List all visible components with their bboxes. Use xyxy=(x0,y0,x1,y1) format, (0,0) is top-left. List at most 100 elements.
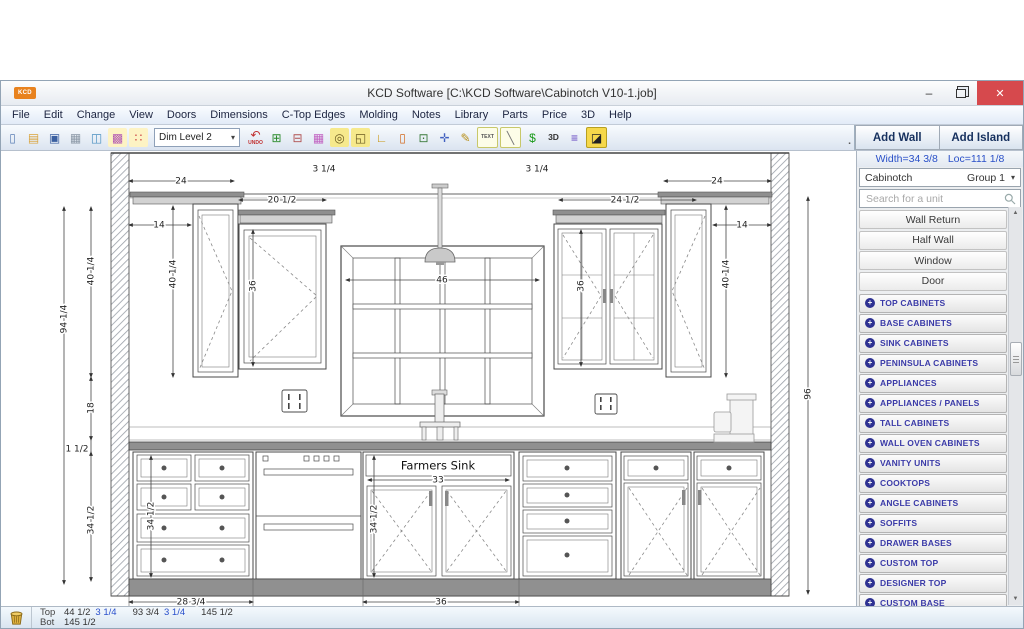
dim-upper-right-glass-height: 36 xyxy=(577,280,587,292)
category-label: APPLIANCES xyxy=(880,378,937,388)
view-3d-icon[interactable]: 3D xyxy=(544,128,563,147)
price-icon[interactable]: $ xyxy=(523,128,542,147)
category-designer-top[interactable]: +DESIGNER TOP xyxy=(859,574,1007,593)
base-cabinet-door-left[interactable] xyxy=(621,452,691,579)
dishwasher[interactable] xyxy=(256,452,361,579)
menu-doors[interactable]: Doors xyxy=(160,108,203,122)
category-top-cabinets[interactable]: +TOP CABINETS xyxy=(859,294,1007,313)
wall-tool-icon[interactable]: ∟ xyxy=(372,128,391,147)
text-tool-icon[interactable]: TEXT xyxy=(477,127,498,148)
category-base-cabinets[interactable]: +BASE CABINETS xyxy=(859,314,1007,333)
zoom-icon[interactable]: ◎ xyxy=(330,128,349,147)
category-custom-base[interactable]: +CUSTOM BASE xyxy=(859,594,1007,606)
unit-item-wall-return[interactable]: Wall Return xyxy=(859,210,1007,229)
upper-cabinet-left[interactable] xyxy=(193,204,238,377)
menu-edit[interactable]: Edit xyxy=(37,108,70,122)
kitchen-elevation-drawing[interactable]: Farmers Sink 33 xyxy=(1,151,849,612)
upper-cabinet-right-glass[interactable] xyxy=(554,224,662,369)
contrast-icon[interactable]: ◪ xyxy=(586,127,607,148)
category-vanity-units[interactable]: +VANITY UNITS xyxy=(859,454,1007,473)
scrollbar-thumb[interactable] xyxy=(1010,342,1022,376)
chevron-down-icon: ▾ xyxy=(231,133,235,142)
unit-item-door[interactable]: Door xyxy=(859,272,1007,291)
countertop[interactable] xyxy=(129,442,771,450)
save-icon[interactable]: ▣ xyxy=(45,128,64,147)
menu-c-top-edges[interactable]: C-Top Edges xyxy=(275,108,353,122)
expand-plus-icon: + xyxy=(865,458,875,468)
outlet-left[interactable] xyxy=(282,390,307,412)
dim-sink-width: 33 xyxy=(432,476,443,486)
menu-price[interactable]: Price xyxy=(535,108,574,122)
outlet-right[interactable] xyxy=(595,394,617,414)
category-soffits[interactable]: +SOFFITS xyxy=(859,514,1007,533)
move-point-icon[interactable]: ✛ xyxy=(435,128,454,147)
group-select[interactable]: Cabinotch Group 1 ▾ xyxy=(859,168,1021,187)
add-cabinet-icon[interactable]: ⊞ xyxy=(267,128,286,147)
upper-cabinet-right[interactable] xyxy=(666,204,711,377)
layers-icon[interactable]: ≡ xyxy=(565,128,584,147)
dim-24-5: 24 1/2 xyxy=(611,196,640,206)
wall-grid-icon[interactable]: ▦ xyxy=(309,128,328,147)
width-readout: Width=34 3/8 xyxy=(876,153,938,165)
menu-file[interactable]: File xyxy=(5,108,37,122)
add-wall-button[interactable]: Add Wall xyxy=(855,125,940,150)
restore-button[interactable] xyxy=(945,81,977,105)
minimize-button[interactable]: – xyxy=(913,81,945,105)
category-sink-cabinets[interactable]: +SINK CABINETS xyxy=(859,334,1007,353)
pendant-light[interactable] xyxy=(425,184,455,265)
new-file-icon[interactable]: ▯ xyxy=(3,128,22,147)
undo-icon[interactable]: ↶UNDO xyxy=(246,128,265,147)
menu-library[interactable]: Library xyxy=(448,108,496,122)
menu-dimensions[interactable]: Dimensions xyxy=(203,108,274,122)
upper-cabinet-left-wide[interactable] xyxy=(239,224,326,369)
close-button[interactable]: ✕ xyxy=(977,81,1023,105)
coffee-maker[interactable] xyxy=(714,394,756,442)
pattern-grid-icon[interactable]: ▩ xyxy=(108,128,127,147)
category-wall-oven-cabinets[interactable]: +WALL OVEN CABINETS xyxy=(859,434,1007,453)
category-appliances-panels[interactable]: +APPLIANCES / PANELS xyxy=(859,394,1007,413)
menu-notes[interactable]: Notes xyxy=(405,108,448,122)
print-icon[interactable]: ▦ xyxy=(66,128,85,147)
menu-change[interactable]: Change xyxy=(70,108,123,122)
drawer-stack[interactable] xyxy=(519,452,616,579)
door-tool-icon[interactable]: ▯ xyxy=(393,128,412,147)
unit-list: Wall Return Half WallWindow Door xyxy=(857,210,1023,292)
dim-wall-total: 94 1/4 xyxy=(60,304,70,333)
menu-view[interactable]: View xyxy=(122,108,160,122)
menu-parts[interactable]: Parts xyxy=(495,108,535,122)
sink-base-cabinet[interactable]: Farmers Sink 33 xyxy=(363,452,514,579)
category-tall-cabinets[interactable]: +TALL CABINETS xyxy=(859,414,1007,433)
snap-points-icon[interactable]: ∷ xyxy=(129,128,148,147)
menu-molding[interactable]: Molding xyxy=(352,108,405,122)
toolbar-overflow-button[interactable]: ▪ xyxy=(845,126,854,149)
category-cooktops[interactable]: +COOKTOPS xyxy=(859,474,1007,493)
status-value: 145 1/2 xyxy=(64,618,96,628)
drawing-canvas[interactable]: Farmers Sink 33 xyxy=(1,151,857,606)
category-peninsula-cabinets[interactable]: +PENINSULA CABINETS xyxy=(859,354,1007,373)
expand-plus-icon: + xyxy=(865,498,875,508)
category-drawer-bases[interactable]: +DRAWER BASES xyxy=(859,534,1007,553)
sidebar-scrollbar[interactable]: ▲ ▼ xyxy=(1008,207,1022,605)
dim-crown-gap-left: 3 1/4 xyxy=(312,165,335,175)
scroll-down-icon[interactable]: ▼ xyxy=(1013,593,1019,605)
search-box[interactable] xyxy=(859,189,1021,208)
cabinet-value-icon[interactable]: ⊡ xyxy=(414,128,433,147)
line-tool-icon[interactable]: ╲ xyxy=(500,127,521,148)
category-angle-cabinets[interactable]: +ANGLE CABINETS xyxy=(859,494,1007,513)
draw-note-icon[interactable]: ✎ xyxy=(456,128,475,147)
menu-help[interactable]: Help xyxy=(602,108,639,122)
dim-level-select[interactable]: Dim Level 2 ▾ xyxy=(154,128,240,147)
search-input[interactable] xyxy=(864,192,1004,206)
unit-item-window[interactable]: Window xyxy=(859,251,1007,270)
menu-3d[interactable]: 3D xyxy=(574,108,602,122)
zoom-window-icon[interactable]: ◱ xyxy=(351,128,370,147)
open-folder-icon[interactable]: ▤ xyxy=(24,128,43,147)
add-island-button[interactable]: Add Island xyxy=(940,125,1024,150)
page-layout-icon[interactable]: ◫ xyxy=(87,128,106,147)
base-cabinet-door-right[interactable] xyxy=(694,452,764,579)
remove-cabinet-icon[interactable]: ⊟ xyxy=(288,128,307,147)
scroll-up-icon[interactable]: ▲ xyxy=(1013,207,1019,219)
unit-item-half-wall[interactable]: Half Wall xyxy=(859,231,1007,250)
category-custom-top[interactable]: +CUSTOM TOP xyxy=(859,554,1007,573)
category-appliances[interactable]: +APPLIANCES xyxy=(859,374,1007,393)
